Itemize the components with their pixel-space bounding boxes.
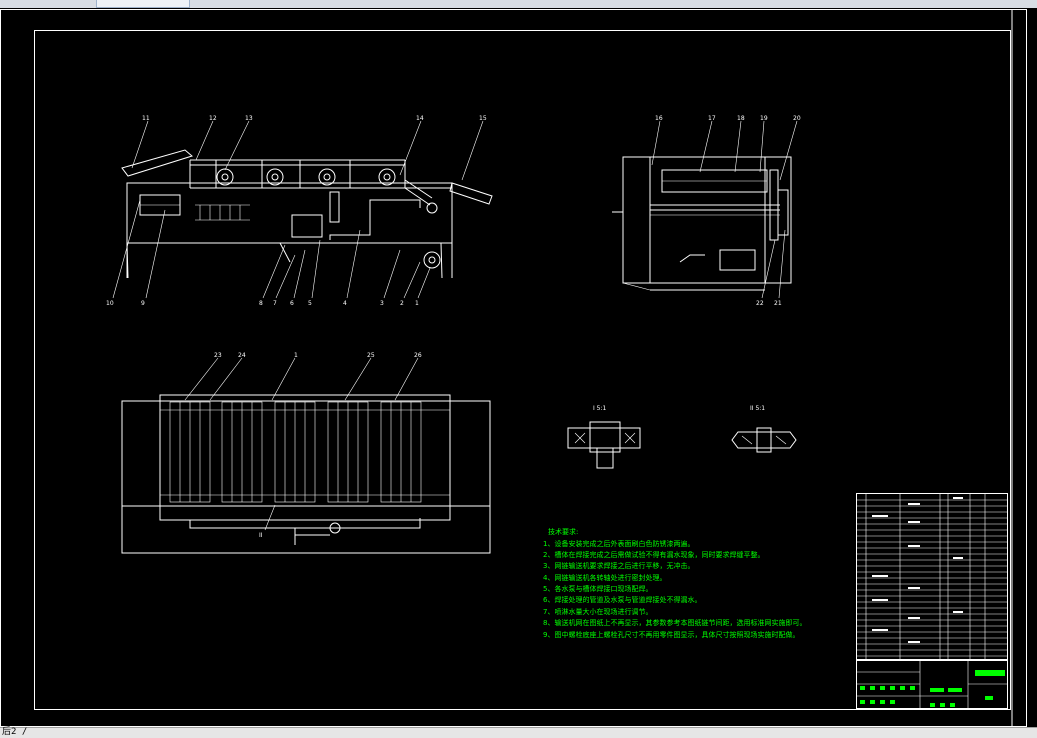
balloon-5: 5: [308, 300, 312, 307]
side-balloons: 16 17 18 19 20 22 21: [655, 115, 801, 307]
note-4: 4、网链输送机各转轴处进行密封处理。: [543, 573, 666, 582]
detail-2-label: II 5:1: [750, 405, 765, 412]
balloon-17: 17: [708, 115, 716, 122]
note-5: 5、各水泵与槽体焊接口现场配焊。: [543, 584, 652, 593]
discharge-chute: [449, 182, 493, 205]
water-pump: [291, 214, 323, 238]
cad-drawing: 11 12 13 14 15 10 9 8 7 6 5 4 3 2 1 16 1…: [0, 9, 1027, 727]
side-frame: [622, 156, 792, 284]
balloon-22: 22: [756, 300, 764, 307]
sheet-outer-border: [0, 9, 1027, 727]
balloon-18: 18: [737, 115, 745, 122]
title-block: [856, 660, 1008, 709]
balloon-4: 4: [343, 300, 347, 307]
balloon-1: 1: [415, 300, 419, 307]
sheet-inner-border: [34, 30, 1011, 710]
top-outline: [121, 400, 491, 507]
detail-I: I 5:1: [567, 405, 641, 469]
detail-II: II 5:1: [731, 405, 797, 453]
balloon-26: 26: [414, 352, 422, 359]
balloon-20: 20: [793, 115, 801, 122]
note-2: 2、槽体在焊接完成之后需做试验不得有漏水现象，同时要求焊缝平整。: [543, 550, 764, 559]
note-1: 1、设备安装完成之后外表面刷白色防锈漆两遍。: [543, 539, 694, 548]
balloon-16: 16: [655, 115, 663, 122]
command-line-text: 后2 /: [2, 727, 28, 737]
parts-list: [856, 493, 1008, 660]
feed-chute: [121, 149, 194, 177]
balloon-6: 6: [290, 300, 294, 307]
balloon-24: 24: [238, 352, 246, 359]
balloon-13: 13: [245, 115, 253, 122]
balloon-25: 25: [367, 352, 375, 359]
side-view: [612, 120, 798, 299]
balloon-3: 3: [380, 300, 384, 307]
drive-wheel: [423, 251, 441, 269]
balloon-14: 14: [416, 115, 424, 122]
balloon-15: 15: [479, 115, 487, 122]
balloon-10: 10: [106, 300, 114, 307]
top-view: [121, 357, 491, 554]
front-balloons: 11 12 13 14 15 10 9 8 7 6 5 4 3 2 1: [106, 115, 487, 307]
balloon-9: 9: [141, 300, 145, 307]
note-7: 7、喷淋水量大小在现场进行调节。: [543, 607, 652, 616]
command-line-bar[interactable]: [0, 727, 1037, 738]
notes-title: 技术要求:: [548, 527, 578, 536]
note-3: 3、网链输送机要求焊接之后进行平移，无冲击。: [543, 561, 694, 570]
detail-1-label: I 5:1: [593, 405, 607, 412]
side-pump: [719, 249, 756, 271]
technical-notes: 技术要求: 1、设备安装完成之后外表面刷白色防锈漆两遍。 2、槽体在焊接完成之后…: [543, 527, 806, 639]
balloon-19: 19: [760, 115, 768, 122]
balloon-11: 11: [142, 115, 150, 122]
title-block-name: [975, 670, 1005, 676]
balloon-23: 23: [214, 352, 222, 359]
top-balloons: 23 24 1 25 26 II: [214, 352, 422, 539]
balloon-7: 7: [273, 300, 277, 307]
tank-body: [126, 182, 453, 244]
balloon-8: 8: [259, 300, 263, 307]
section-mark-II: II: [259, 532, 263, 539]
balloon-1-top: 1: [294, 352, 298, 359]
note-6: 6、焊接处理的管道及水泵与管道焊接处不得漏水。: [543, 595, 701, 604]
note-8: 8、输送机网在图纸上不再显示，其参数参考本图纸链节间距，选用标准网实施即可。: [543, 618, 806, 627]
front-view: [112, 120, 493, 299]
balloon-2: 2: [400, 300, 404, 307]
note-9: 9、图中螺栓底座上螺栓孔尺寸不再用零件图显示，具体尺寸按照现场实施时配做。: [543, 630, 799, 639]
balloon-21: 21: [774, 300, 782, 307]
balloon-12: 12: [209, 115, 217, 122]
